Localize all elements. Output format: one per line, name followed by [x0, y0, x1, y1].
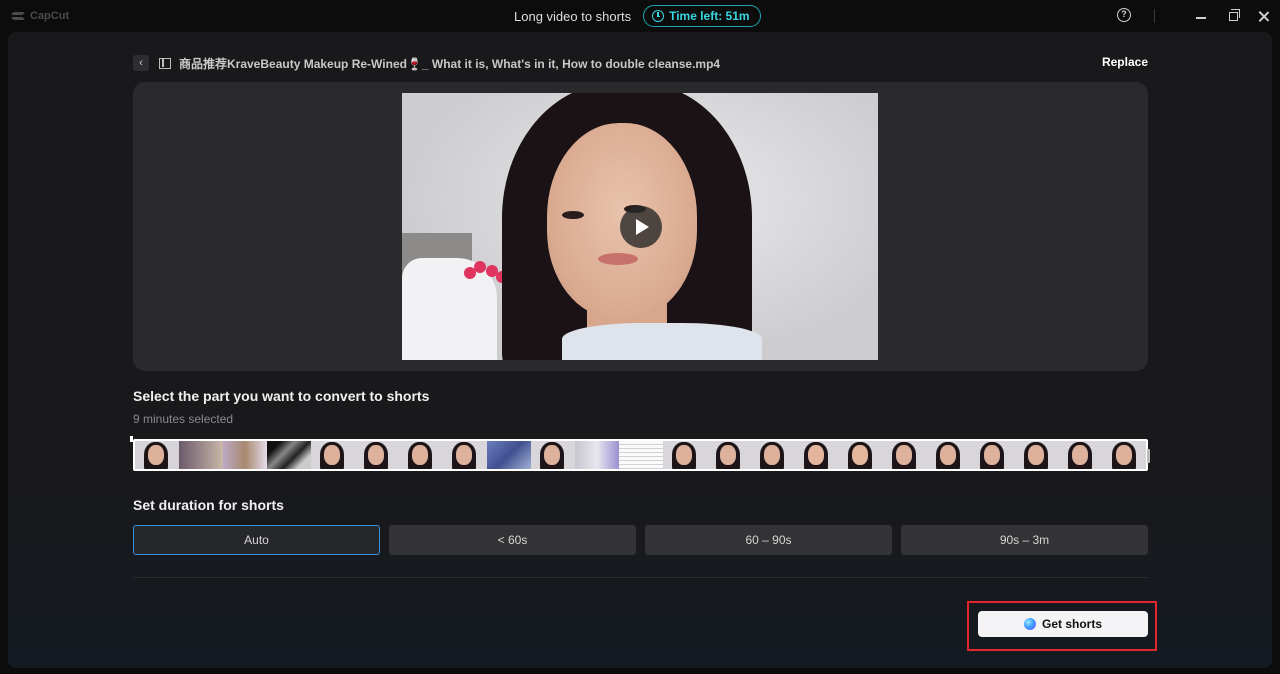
filmstrip-thumb [971, 441, 1015, 469]
window-title: Long video to shorts [514, 8, 632, 24]
filmstrip-thumb [487, 441, 531, 469]
filmstrip-thumb [883, 441, 927, 469]
minimize-icon[interactable] [1196, 17, 1206, 19]
filmstrip-thumb [311, 441, 355, 469]
timeline-filmstrip[interactable] [133, 439, 1148, 471]
get-shorts-label: Get shorts [1041, 617, 1102, 631]
duration-option-auto[interactable]: Auto [133, 525, 380, 555]
file-name: 商品推荐KraveBeauty Makeup Re-Wined🍷_ What i… [179, 56, 721, 71]
restore-icon[interactable] [1229, 9, 1240, 21]
duration-option-60-90s[interactable]: 60 – 90s [645, 525, 892, 555]
filmstrip-thumb [443, 441, 487, 469]
video-file-icon [159, 57, 171, 69]
section-divider [133, 577, 1148, 578]
filmstrip-thumb [927, 441, 971, 469]
filmstrip-thumb [707, 441, 751, 469]
filmstrip-thumb [751, 441, 795, 469]
filmstrip-thumb [1103, 441, 1146, 469]
help-icon[interactable]: ? [1117, 8, 1131, 22]
filmstrip-thumb [135, 441, 179, 469]
capcut-logo-icon [12, 11, 26, 21]
filmstrip-thumb [1015, 441, 1059, 469]
play-button[interactable] [620, 206, 662, 248]
title-bar: CapCut Long video to shorts Time left: 5… [0, 0, 1280, 32]
filmstrip-thumb [223, 441, 267, 469]
time-left-text: Time left: 51m [669, 9, 750, 23]
title-center: Long video to shorts Time left: 51m [514, 4, 761, 28]
close-icon[interactable] [1258, 10, 1270, 22]
filmstrip-thumb [179, 441, 223, 469]
duration-option-90s-3m[interactable]: 90s – 3m [901, 525, 1148, 555]
back-button[interactable]: ‹ [133, 55, 149, 71]
filmstrip-thumb [575, 441, 619, 469]
logo-text: CapCut [30, 10, 70, 22]
filmstrip-thumb [1059, 441, 1103, 469]
filmstrip-thumb [839, 441, 883, 469]
selected-duration-text: 9 minutes selected [133, 412, 234, 426]
get-shorts-button[interactable]: Get shorts [978, 611, 1148, 637]
capcut-logo: CapCut [12, 8, 69, 24]
trim-handle-right[interactable] [1147, 449, 1150, 463]
time-left-badge[interactable]: Time left: 51m [643, 5, 761, 27]
filmstrip-thumb [619, 441, 663, 469]
titlebar-divider [1154, 9, 1155, 23]
filmstrip-thumb [267, 441, 311, 469]
file-header: ‹ 商品推荐KraveBeauty Makeup Re-Wined🍷_ What… [133, 53, 1148, 73]
replace-button[interactable]: Replace [1080, 55, 1148, 73]
filmstrip-thumb [531, 441, 575, 469]
filmstrip-thumb [795, 441, 839, 469]
duration-title: Set duration for shorts [133, 497, 284, 513]
select-part-title: Select the part you want to convert to s… [133, 388, 430, 404]
ai-orb-icon [1023, 618, 1036, 630]
duration-option-under-60s[interactable]: < 60s [389, 525, 636, 555]
clock-icon [652, 10, 665, 22]
filmstrip-thumb [399, 441, 443, 469]
filmstrip-thumb [663, 441, 707, 469]
filmstrip-thumb [355, 441, 399, 469]
